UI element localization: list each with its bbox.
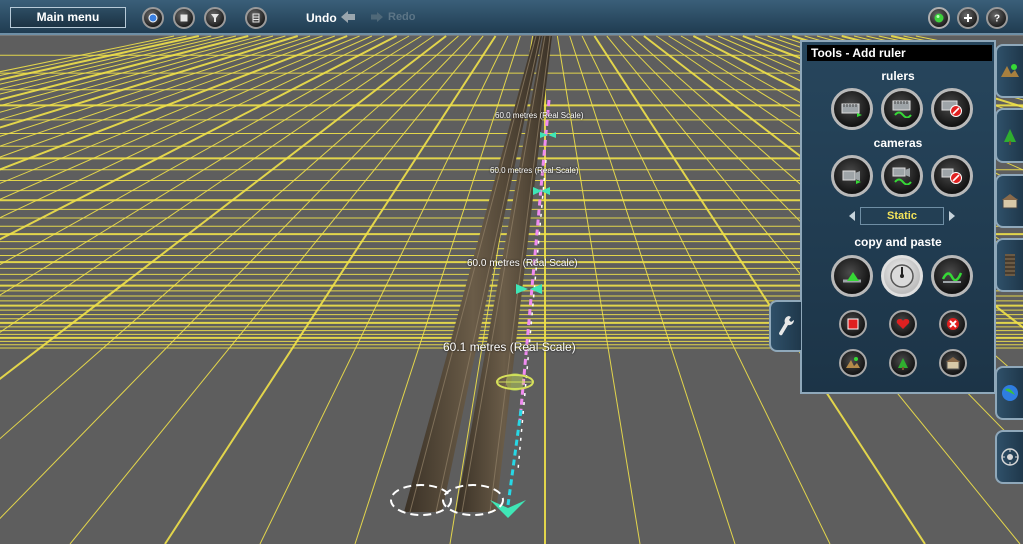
compass-icon: [890, 264, 914, 288]
question-mark-icon: ?: [994, 14, 1000, 24]
camera-delete-button[interactable]: [931, 155, 973, 197]
plus-icon: [964, 14, 972, 22]
red-x-icon: [947, 318, 959, 330]
undo-button[interactable]: Undo: [306, 11, 337, 25]
tracks-tab-icon: [1005, 254, 1015, 276]
ruler-length-label: 60.0 metres (Real Scale): [467, 258, 578, 269]
ruler-edit-button[interactable]: [881, 88, 923, 130]
terrain-tab-icon: [1001, 64, 1019, 77]
terrain-tab[interactable]: [995, 44, 1023, 98]
trees-tab-icon: [1004, 128, 1016, 145]
top-toolbar: Main menu Undo Redo ?: [0, 0, 1023, 35]
camera-mode-prev-arrow[interactable]: [849, 211, 855, 221]
building-icon: [946, 357, 960, 370]
camera-edit-button[interactable]: [881, 155, 923, 197]
world-tab[interactable]: [995, 366, 1023, 420]
ruler-add-icon: [841, 103, 862, 117]
ruler-length-label: 60.1 metres (Real Scale): [443, 340, 576, 354]
grid-icon: [252, 13, 260, 23]
buildings-tab-icon: [1002, 194, 1018, 209]
green-light-icon: [934, 13, 944, 23]
add-camera-button[interactable]: [831, 155, 873, 197]
stop-selection-button[interactable]: [839, 310, 867, 338]
dial-icon: [1001, 448, 1019, 466]
tools-tab[interactable]: [769, 300, 801, 352]
red-square-icon: [847, 318, 859, 330]
copy-area-icon: [843, 272, 861, 283]
tools-panel: Tools - Add ruler rulers cameras Static …: [800, 40, 996, 394]
tree-filter-button[interactable]: [889, 349, 917, 377]
camera-mode-next-arrow[interactable]: [949, 211, 955, 221]
rulers-section-label: rulers: [881, 69, 915, 83]
blue-dot-tool-button[interactable]: [142, 7, 164, 29]
ruler-curve-icon: [892, 100, 912, 118]
heart-icon: [896, 319, 910, 329]
undo-arrow-icon[interactable]: [340, 10, 356, 24]
ruler-length-label: 60.0 metres (Real Scale): [490, 166, 579, 175]
cameras-section-label: cameras: [873, 136, 923, 150]
paste-terrain-icon: [941, 272, 963, 283]
camera-mode-selector[interactable]: Static: [860, 207, 944, 225]
panel-title: Tools - Add ruler: [807, 45, 992, 61]
ruler-length-label: 60.0 metres (Real Scale): [495, 111, 584, 120]
copy-paste-section-label: copy and paste: [854, 235, 942, 249]
paste-rotate-button[interactable]: [881, 255, 923, 297]
building-filter-button[interactable]: [939, 349, 967, 377]
zoom-in-button[interactable]: [957, 7, 979, 29]
filter-icon: [211, 14, 219, 22]
ruler-delete-icon: [941, 100, 962, 117]
settings-tab[interactable]: [995, 430, 1023, 484]
layers-tool-button[interactable]: [245, 7, 267, 29]
trees-tab[interactable]: [995, 108, 1023, 163]
redo-button[interactable]: Redo: [388, 11, 416, 23]
tracks-tab[interactable]: [995, 238, 1023, 292]
terrain-filter-button[interactable]: [839, 349, 867, 377]
stop-tool-button[interactable]: [173, 7, 195, 29]
filter-tool-button[interactable]: [204, 7, 226, 29]
main-menu-button[interactable]: Main menu: [10, 7, 126, 28]
globe-icon: [1002, 385, 1018, 401]
ruler-delete-button[interactable]: [931, 88, 973, 130]
status-button[interactable]: [928, 7, 950, 29]
camera-delete-icon: [941, 168, 962, 184]
add-ruler-button[interactable]: [831, 88, 873, 130]
blue-dot-icon: [148, 13, 158, 23]
square-icon: [180, 14, 188, 22]
redo-arrow-icon[interactable]: [370, 11, 384, 23]
wrench-icon: [778, 316, 795, 336]
camera-curve-icon: [892, 167, 912, 185]
tree-icon: [898, 358, 908, 370]
clear-selection-button[interactable]: [939, 310, 967, 338]
terrain-icon: [846, 357, 860, 368]
svg-text:?: ?: [994, 14, 1000, 24]
camera-add-icon: [842, 170, 861, 184]
help-button[interactable]: ?: [986, 7, 1008, 29]
heart-button[interactable]: [889, 310, 917, 338]
buildings-tab[interactable]: [995, 174, 1023, 228]
copy-button[interactable]: [831, 255, 873, 297]
paste-terrain-button[interactable]: [931, 255, 973, 297]
